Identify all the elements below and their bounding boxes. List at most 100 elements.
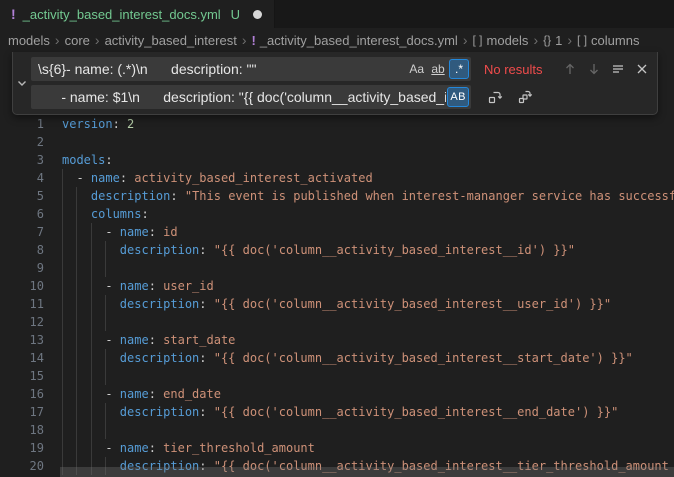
- preserve-case-toggle[interactable]: AB: [447, 87, 469, 107]
- code-area[interactable]: version: 2 models: - name: activity_based…: [0, 115, 674, 475]
- replace-all-icon: [517, 89, 533, 105]
- code-text: description: "{{ doc('column__activity_b…: [0, 295, 674, 313]
- indent-guide: [76, 349, 77, 367]
- toggle-replace-button[interactable]: [13, 52, 31, 114]
- next-match-button[interactable]: [583, 59, 604, 80]
- code-line[interactable]: [0, 367, 674, 385]
- tab-bar: ! _activity_based_interest_docs.yml U: [0, 0, 674, 28]
- indent-guide: [91, 241, 92, 259]
- code-line[interactable]: models:: [0, 151, 674, 169]
- arrow-up-icon: [562, 61, 578, 77]
- git-status-badge: U: [231, 7, 240, 22]
- match-case-toggle[interactable]: Aa: [406, 59, 427, 79]
- code-text: - name: tier_threshold_amount: [0, 439, 674, 457]
- code-line[interactable]: - name: id: [0, 223, 674, 241]
- whole-word-toggle[interactable]: ab: [428, 59, 448, 79]
- indent-guide: [105, 421, 106, 439]
- code-line[interactable]: - name: user_id: [0, 277, 674, 295]
- indent-guide: [62, 331, 63, 349]
- replace-button[interactable]: [484, 87, 505, 108]
- code-line[interactable]: [0, 259, 674, 277]
- indent-guide: [91, 313, 92, 331]
- breadcrumb-item-models[interactable]: [ ] models: [473, 33, 529, 48]
- find-input[interactable]: [31, 57, 405, 81]
- replace-all-button[interactable]: [514, 87, 535, 108]
- regex-toggle[interactable]: .*: [449, 59, 469, 79]
- code-line[interactable]: description: "{{ doc('column__activity_b…: [0, 349, 674, 367]
- indent-guide: [76, 187, 77, 205]
- code-line[interactable]: description: "{{ doc('column__activity_b…: [0, 403, 674, 421]
- code-line[interactable]: description: "{{ doc('column__activity_b…: [0, 241, 674, 259]
- breadcrumb-separator-icon: ›: [95, 32, 100, 48]
- code-line[interactable]: - name: start_date: [0, 331, 674, 349]
- code-line[interactable]: description: "{{ doc('column__activity_b…: [0, 295, 674, 313]
- array-icon: [ ]: [577, 33, 587, 47]
- indent-guide: [105, 295, 106, 313]
- code-line[interactable]: columns:: [0, 205, 674, 223]
- code-line[interactable]: [0, 313, 674, 331]
- breadcrumb-item-activity-based-interest[interactable]: activity_based_interest: [105, 33, 237, 48]
- chevron-down-icon: [14, 75, 30, 91]
- indent-guide: [76, 241, 77, 259]
- horizontal-scrollbar-thumb[interactable]: [60, 467, 674, 477]
- breadcrumb-separator-icon: ›: [55, 32, 60, 48]
- breadcrumb-item-models[interactable]: models: [8, 33, 50, 48]
- indent-guide: [76, 313, 77, 331]
- close-find-widget-button[interactable]: [631, 59, 652, 80]
- indent-guide: [91, 385, 92, 403]
- code-line[interactable]: version: 2: [0, 115, 674, 133]
- code-line[interactable]: - name: end_date: [0, 385, 674, 403]
- array-icon: [ ]: [473, 33, 483, 47]
- code-text: description: "This event is published wh…: [0, 187, 674, 205]
- replace-icon: [487, 89, 503, 105]
- breadcrumb-item--activity-based-interest-docs-yml[interactable]: ! _activity_based_interest_docs.yml: [251, 33, 457, 48]
- breadcrumb-label: _activity_based_interest_docs.yml: [260, 33, 458, 48]
- breadcrumb-label: columns: [591, 33, 639, 48]
- code-text: - name: start_date: [0, 331, 674, 349]
- indent-guide: [62, 169, 63, 187]
- indent-guide: [62, 187, 63, 205]
- indent-guide: [62, 295, 63, 313]
- tab-active-file[interactable]: ! _activity_based_interest_docs.yml U: [0, 0, 275, 28]
- breadcrumb-label: 1: [555, 33, 562, 48]
- indent-guide: [62, 241, 63, 259]
- indent-guide: [91, 403, 92, 421]
- code-text: - name: id: [0, 223, 674, 241]
- indent-guide: [105, 313, 106, 331]
- results-count-label: No results: [484, 62, 543, 77]
- editor[interactable]: 1234567891011121314151617181920 version:…: [0, 52, 674, 477]
- previous-match-button[interactable]: [559, 59, 580, 80]
- breadcrumb-label: core: [65, 33, 90, 48]
- unsaved-changes-dot-icon[interactable]: [253, 10, 262, 19]
- breadcrumb-separator-icon: ›: [242, 32, 247, 48]
- find-row: Aa ab .* No results: [31, 57, 652, 81]
- indent-guide: [105, 259, 106, 277]
- indent-guide: [62, 349, 63, 367]
- replace-input[interactable]: [31, 85, 446, 109]
- breadcrumb-label: models: [487, 33, 529, 48]
- selection-lines-icon: [610, 61, 626, 77]
- indent-guide: [76, 403, 77, 421]
- indent-guide: [62, 385, 63, 403]
- code-line[interactable]: [0, 133, 674, 151]
- yaml-file-icon: !: [11, 6, 16, 22]
- breadcrumb-label: models: [8, 33, 50, 48]
- code-text: - name: user_id: [0, 277, 674, 295]
- code-line[interactable]: - name: tier_threshold_amount: [0, 439, 674, 457]
- breadcrumb-separator-icon: ›: [463, 32, 468, 48]
- breadcrumb-item-1[interactable]: {}1: [543, 33, 562, 48]
- breadcrumb-item-columns[interactable]: [ ] columns: [577, 33, 639, 48]
- indent-guide: [76, 259, 77, 277]
- indent-guide: [76, 295, 77, 313]
- breadcrumb-item-core[interactable]: core: [65, 33, 90, 48]
- close-icon: [634, 61, 650, 77]
- indent-guide: [62, 367, 63, 385]
- code-line[interactable]: description: "This event is published wh…: [0, 187, 674, 205]
- warning-bang-icon: !: [251, 33, 255, 48]
- indent-guide: [91, 295, 92, 313]
- code-line[interactable]: [0, 421, 674, 439]
- code-line[interactable]: - name: activity_based_interest_activate…: [0, 169, 674, 187]
- find-in-selection-button[interactable]: [607, 59, 628, 80]
- indent-guide: [62, 223, 63, 241]
- code-text: description: "{{ doc('column__activity_b…: [0, 241, 674, 259]
